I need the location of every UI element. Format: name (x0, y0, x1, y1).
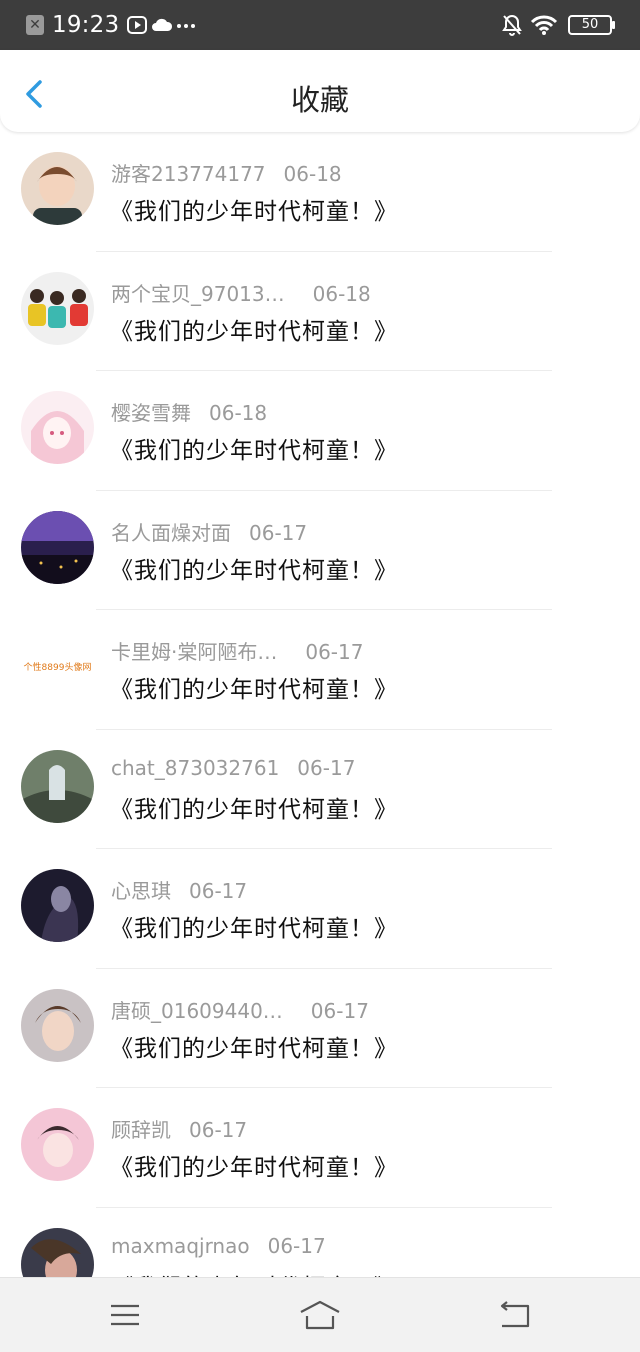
avatar (21, 1108, 94, 1181)
avatar (21, 869, 94, 942)
username: 两个宝贝_97013… (111, 281, 285, 306)
favorite-title: 《我们的少年时代柯童！》 (110, 557, 398, 584)
username: 唐硕_01609440… (111, 998, 283, 1023)
date: 06-18 (283, 162, 342, 186)
favorites-list: 游客213774177 06-18 《我们的少年时代柯童！》 两个宝贝_97013… (0, 132, 640, 1277)
list-item[interactable]: 心思琪 06-17 《我们的少年时代柯童！》 (0, 849, 640, 969)
avatar (21, 152, 94, 225)
list-item[interactable]: chat_873032761 06-17 《我们的少年时代柯童！》 (0, 730, 640, 849)
date: 06-17 (189, 1118, 248, 1142)
status-bar: ✕ 19:23 50 (0, 0, 640, 50)
page-header: 收藏 (0, 50, 640, 132)
bell-off-icon (502, 14, 522, 36)
favorite-title: 《我们的少年时代柯童！》 (110, 677, 398, 703)
home-icon[interactable] (298, 1298, 342, 1332)
favorite-title: 《我们的少年时代柯童！》 (110, 1035, 398, 1062)
username: 心思琪 (111, 879, 171, 903)
username: 名人面燥对面 (111, 520, 231, 545)
avatar (21, 988, 94, 1062)
favorite-title: 《我们的少年时代柯童！》 (110, 199, 398, 225)
favorite-title: 《我们的少年时代柯童！》 (110, 916, 398, 942)
avatar (21, 1227, 94, 1277)
date: 06-17 (189, 879, 248, 903)
cloud-icon (152, 18, 173, 31)
menu-icon[interactable] (107, 1298, 143, 1332)
avatar (21, 391, 94, 464)
avatar (21, 510, 94, 584)
username: 卡里姆·棠阿陋布… (111, 640, 278, 664)
avatar-caption: 个性8899头像网 (23, 663, 92, 673)
date: 06-18 (209, 401, 268, 425)
system-nav-bar (0, 1277, 640, 1352)
date: 06-17 (297, 755, 356, 780)
video-icon (127, 16, 148, 34)
list-item[interactable]: 游客213774177 06-18 《我们的少年时代柯童！》 (0, 132, 640, 252)
favorite-title: 《我们的少年时代柯童！》 (110, 438, 398, 464)
return-icon[interactable] (496, 1298, 532, 1332)
date: 06-18 (312, 281, 371, 306)
favorite-title: 《我们的少年时代柯童！》 (110, 1268, 398, 1278)
list-item[interactable]: 个性8899头像网 卡里姆·棠阿陋布… 06-17 《我们的少年时代柯童！》 (0, 610, 640, 730)
favorite-title: 《我们的少年时代柯童！》 (110, 796, 398, 823)
battery-indicator: 50 (568, 15, 615, 35)
username: 顾辞凯 (111, 1118, 171, 1142)
avatar: 个性8899头像网 (21, 630, 94, 703)
favorite-title: 《我们的少年时代柯童！》 (110, 1155, 398, 1181)
favorite-title: 《我们的少年时代柯童！》 (110, 318, 398, 345)
list-item[interactable]: 两个宝贝_97013… 06-18 《我们的少年时代柯童！》 (0, 252, 640, 371)
username: maxmaqjrnao (111, 1233, 250, 1258)
close-notification-icon: ✕ (26, 15, 44, 35)
avatar (21, 271, 94, 345)
username: 游客213774177 (111, 162, 266, 186)
list-item[interactable]: 顾辞凯 06-17 《我们的少年时代柯童！》 (0, 1088, 640, 1208)
page-title: 收藏 (290, 83, 349, 117)
date: 06-17 (267, 1233, 326, 1258)
list-item[interactable]: maxmaqjrnao 06-17 《我们的少年时代柯童！》 (0, 1208, 640, 1278)
list-item[interactable]: 名人面燥对面 06-17 《我们的少年时代柯童！》 (0, 491, 640, 610)
date: 06-17 (305, 640, 364, 664)
list-item[interactable]: 樱姿雪舞 06-18 《我们的少年时代柯童！》 (0, 371, 640, 491)
username: 樱姿雪舞 (111, 401, 191, 425)
list-item[interactable]: 唐硕_01609440… 06-17 《我们的少年时代柯童！》 (0, 969, 640, 1088)
status-time: 19:23 (52, 12, 120, 38)
avatar (21, 749, 94, 823)
more-dots-icon (177, 24, 196, 28)
date: 06-17 (310, 998, 369, 1023)
date: 06-17 (249, 520, 308, 545)
wifi-icon (530, 15, 558, 35)
username: chat_873032761 (111, 755, 280, 780)
